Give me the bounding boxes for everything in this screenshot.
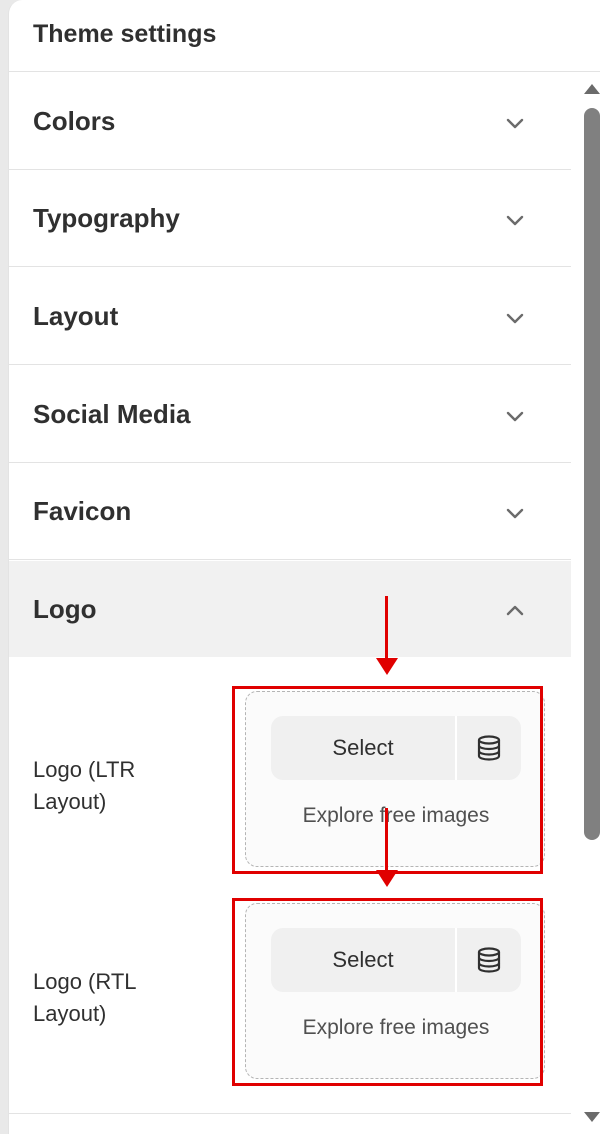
logo-rtl-button-group: Select xyxy=(271,928,521,992)
scroll-down-arrow-icon[interactable] xyxy=(584,1112,600,1122)
section-label: Logo xyxy=(33,594,97,624)
annotation-arrow-head-icon xyxy=(376,658,398,675)
annotation-arrow-shaft xyxy=(385,596,388,658)
panel-header: Theme settings xyxy=(9,0,600,72)
logo-section-body: Logo (LTR Layout) Select Explore free im… xyxy=(9,657,571,1117)
panel-title: Theme settings xyxy=(33,20,217,48)
logo-rtl-dropzone[interactable]: Select Explore free images xyxy=(245,903,545,1079)
section-layout[interactable]: Layout xyxy=(9,268,571,365)
scroll-up-arrow-icon[interactable] xyxy=(584,84,600,94)
section-social-media[interactable]: Social Media xyxy=(9,366,571,463)
logo-ltr-dropzone[interactable]: Select Explore free images xyxy=(245,691,545,867)
chevron-down-icon xyxy=(506,508,524,519)
database-icon xyxy=(477,735,501,761)
logo-ltr-explore-link[interactable]: Explore free images xyxy=(246,804,546,828)
database-icon xyxy=(477,947,501,973)
section-label: Typography xyxy=(33,203,180,233)
chevron-down-icon xyxy=(506,411,524,422)
section-logo[interactable]: Logo xyxy=(9,561,571,658)
section-colors[interactable]: Colors xyxy=(9,73,571,170)
logo-ltr-label: Logo (LTR Layout) xyxy=(33,757,136,814)
logo-rtl-library-button[interactable] xyxy=(457,928,521,992)
scrollbar-thumb[interactable] xyxy=(584,108,600,840)
annotation-arrow-head-icon xyxy=(376,870,398,887)
theme-settings-panel: Theme settings Colors Typography Layout … xyxy=(8,0,600,1134)
section-label: Favicon xyxy=(33,496,132,526)
scrollbar[interactable] xyxy=(579,72,600,1134)
section-favicon[interactable]: Favicon xyxy=(9,463,571,560)
divider xyxy=(9,1113,571,1114)
logo-rtl-label: Logo (RTL Layout) xyxy=(33,969,136,1026)
section-typography[interactable]: Typography xyxy=(9,170,571,267)
chevron-down-icon xyxy=(506,215,524,226)
chevron-down-icon xyxy=(506,118,524,129)
logo-ltr-select-button[interactable]: Select xyxy=(271,716,455,780)
section-label: Social Media xyxy=(33,399,191,429)
logo-ltr-library-button[interactable] xyxy=(457,716,521,780)
logo-rtl-explore-link[interactable]: Explore free images xyxy=(246,1016,546,1040)
section-label: Layout xyxy=(33,301,119,331)
annotation-arrow-shaft xyxy=(385,808,388,870)
logo-ltr-button-group: Select xyxy=(271,716,521,780)
chevron-up-icon xyxy=(506,605,524,616)
section-label: Colors xyxy=(33,106,116,136)
logo-rtl-select-button[interactable]: Select xyxy=(271,928,455,992)
chevron-down-icon xyxy=(506,313,524,324)
